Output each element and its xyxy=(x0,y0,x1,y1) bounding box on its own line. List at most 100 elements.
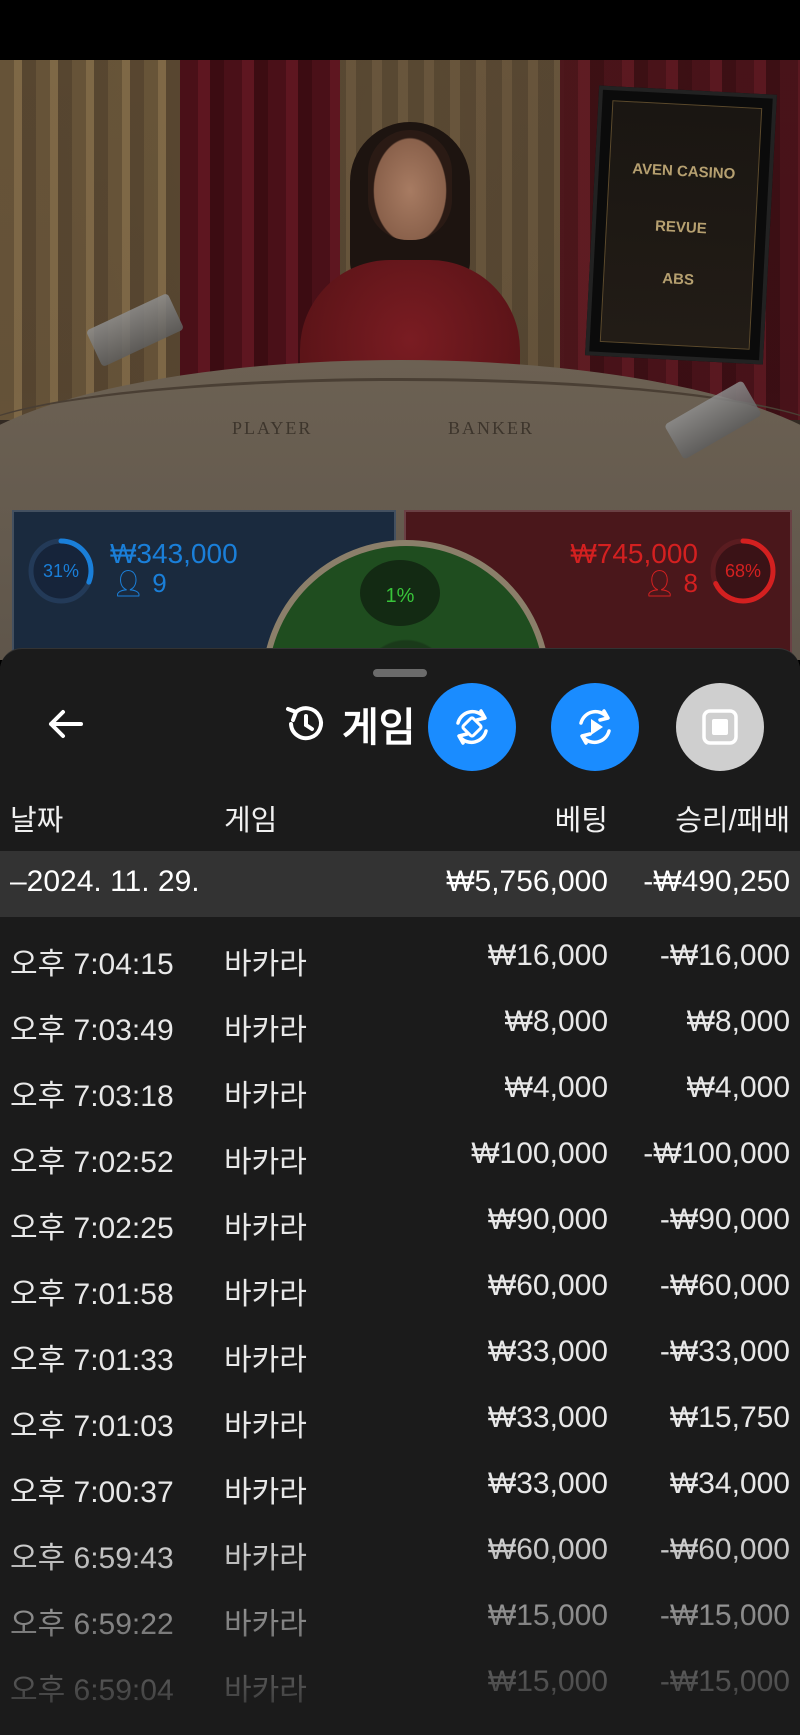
row-game: 바카라 xyxy=(224,1608,307,1641)
person-icon: 👤︎ xyxy=(112,568,146,598)
table-row[interactable]: 오후 7:03:49 바카라 ₩8,000 ₩8,000 xyxy=(0,991,800,1057)
row-bet: ₩90,000 xyxy=(487,1203,608,1236)
banker-percent: 68% xyxy=(724,561,762,581)
row-bet: ₩8,000 xyxy=(504,1005,608,1038)
row-time: 오후 7:02:52 xyxy=(10,1146,174,1179)
table-header: 날짜 게임 베팅 승리/패배 xyxy=(0,789,800,841)
row-bet: ₩33,000 xyxy=(487,1467,608,1500)
sync-button[interactable] xyxy=(428,683,516,771)
row-result: -₩33,000 xyxy=(659,1335,790,1368)
row-result: -₩60,000 xyxy=(659,1269,790,1302)
person-icon: 👤︎ xyxy=(643,568,677,598)
player-bet-amount: ₩343,000 xyxy=(110,538,238,569)
table-row[interactable]: 오후 7:00:37 바카라 ₩33,000 ₩34,000 xyxy=(0,1453,800,1519)
row-bet: ₩33,000 xyxy=(487,1401,608,1434)
replay-button[interactable] xyxy=(551,683,639,771)
banker-count: 👤︎ 8 xyxy=(643,568,698,599)
table-row[interactable]: 오후 7:02:25 바카라 ₩90,000 -₩90,000 xyxy=(0,1189,800,1255)
row-result: -₩16,000 xyxy=(659,939,790,972)
row-result: -₩90,000 xyxy=(659,1203,790,1236)
page-title: 게임 xyxy=(342,706,416,750)
row-time: 오후 7:02:25 xyxy=(10,1212,174,1245)
row-bet: ₩100,000 xyxy=(471,1137,608,1170)
game-history-sheet: 게임 날짜 게임 베팅 승리/패배 –2024. 11. 29. ₩5,756,… xyxy=(0,648,800,1735)
table-row[interactable]: 오후 7:04:15 바카라 ₩16,000 -₩16,000 xyxy=(0,925,800,991)
date-group-row[interactable]: –2024. 11. 29. ₩5,756,000 -₩490,250 xyxy=(0,851,800,917)
row-time: 오후 7:01:33 xyxy=(10,1344,174,1377)
player-count-value: 9 xyxy=(152,568,167,598)
table-row[interactable]: 오후 6:59:22 바카라 ₩15,000 -₩15,000 xyxy=(0,1585,800,1651)
table-row[interactable]: 오후 7:03:18 바카라 ₩4,000 ₩4,000 xyxy=(0,1057,800,1123)
brand-logo: ABS xyxy=(661,270,695,289)
row-bet: ₩4,000 xyxy=(504,1071,608,1104)
row-bet: ₩60,000 xyxy=(487,1269,608,1302)
table-row[interactable]: 오후 7:01:33 바카라 ₩33,000 -₩33,000 xyxy=(0,1321,800,1387)
row-result: ₩8,000 xyxy=(686,1005,790,1038)
banker-count-value: 8 xyxy=(683,568,698,598)
sheet-drag-handle[interactable] xyxy=(373,669,427,677)
row-game: 바카라 xyxy=(224,1674,307,1707)
row-game: 바카라 xyxy=(224,1212,307,1245)
tie-percent: 1% xyxy=(360,560,440,626)
sheet-header: 게임 xyxy=(282,699,416,750)
table-row[interactable]: 오후 6:59:04 바카라 ₩15,000 -₩15,000 xyxy=(0,1651,800,1717)
stop-icon xyxy=(702,709,738,745)
row-bet: ₩15,000 xyxy=(487,1599,608,1632)
column-header-date[interactable]: 날짜 xyxy=(10,797,63,839)
row-game: 바카라 xyxy=(224,1476,307,1509)
history-clock-icon xyxy=(286,706,323,741)
row-time: 오후 7:01:03 xyxy=(10,1410,174,1443)
date-group-winloss-total: -₩490,250 xyxy=(643,865,790,898)
row-time: 오후 7:04:15 xyxy=(10,948,174,981)
column-header-bet[interactable]: 베팅 xyxy=(555,797,608,839)
dealer-face xyxy=(368,130,452,240)
row-result: ₩15,750 xyxy=(669,1401,790,1434)
arrow-left-icon xyxy=(49,710,83,738)
row-bet: ₩15,000 xyxy=(487,1665,608,1698)
table-label-player: PLAYER xyxy=(232,418,313,438)
table-row[interactable]: 오후 7:01:58 바카라 ₩60,000 -₩60,000 xyxy=(0,1255,800,1321)
date-group-label: –2024. 11. 29. xyxy=(10,865,200,898)
row-time: 오후 7:00:37 xyxy=(10,1476,174,1509)
row-time: 오후 7:03:18 xyxy=(10,1080,174,1113)
dealer-monitor: AVEN CASINO REVUE ABS xyxy=(585,85,777,365)
row-time: 오후 7:01:58 xyxy=(10,1278,174,1311)
history-list: 오후 7:04:15 바카라 ₩16,000 -₩16,000 오후 7:03:49 바카… xyxy=(0,925,800,1717)
column-header-game[interactable]: 게임 xyxy=(224,797,277,839)
row-game: 바카라 xyxy=(224,1410,307,1443)
brand-logo: AVEN CASINO xyxy=(631,160,736,183)
row-game: 바카라 xyxy=(224,948,307,981)
row-game: 바카라 xyxy=(224,1080,307,1113)
banker-bet-amount: ₩745,000 xyxy=(570,538,698,569)
table-row[interactable]: 오후 7:01:03 바카라 ₩33,000 ₩15,750 xyxy=(0,1387,800,1453)
row-game: 바카라 xyxy=(224,1542,307,1575)
table-row[interactable]: 오후 7:02:52 바카라 ₩100,000 -₩100,000 xyxy=(0,1123,800,1189)
row-game: 바카라 xyxy=(224,1014,307,1047)
table-label-banker: BANKER xyxy=(448,418,535,438)
row-time: 오후 6:59:22 xyxy=(10,1608,174,1641)
row-bet: ₩60,000 xyxy=(487,1533,608,1566)
player-percent: 31% xyxy=(42,561,80,581)
player-count: 👤︎ 9 xyxy=(112,568,167,599)
row-time: 오후 7:03:49 xyxy=(10,1014,174,1047)
row-result: ₩34,000 xyxy=(669,1467,790,1500)
replay-icon xyxy=(579,709,611,745)
curtain xyxy=(0,60,200,420)
row-time: 오후 6:59:43 xyxy=(10,1542,174,1575)
row-result: -₩100,000 xyxy=(643,1137,790,1170)
row-game: 바카라 xyxy=(224,1278,307,1311)
date-group-bet-total: ₩5,756,000 xyxy=(446,865,608,898)
row-game: 바카라 xyxy=(224,1344,307,1377)
back-button[interactable] xyxy=(38,699,92,749)
column-header-winloss[interactable]: 승리/패배 xyxy=(675,797,790,839)
sync-icon xyxy=(456,709,488,745)
table-row[interactable]: 오후 6:59:43 바카라 ₩60,000 -₩60,000 xyxy=(0,1519,800,1585)
row-game: 바카라 xyxy=(224,1146,307,1179)
row-bet: ₩16,000 xyxy=(487,939,608,972)
row-bet: ₩33,000 xyxy=(487,1335,608,1368)
row-result: -₩60,000 xyxy=(659,1533,790,1566)
row-result: ₩4,000 xyxy=(686,1071,790,1104)
stop-button[interactable] xyxy=(676,683,764,771)
row-time: 오후 6:59:04 xyxy=(10,1674,174,1707)
row-result: -₩15,000 xyxy=(659,1599,790,1632)
